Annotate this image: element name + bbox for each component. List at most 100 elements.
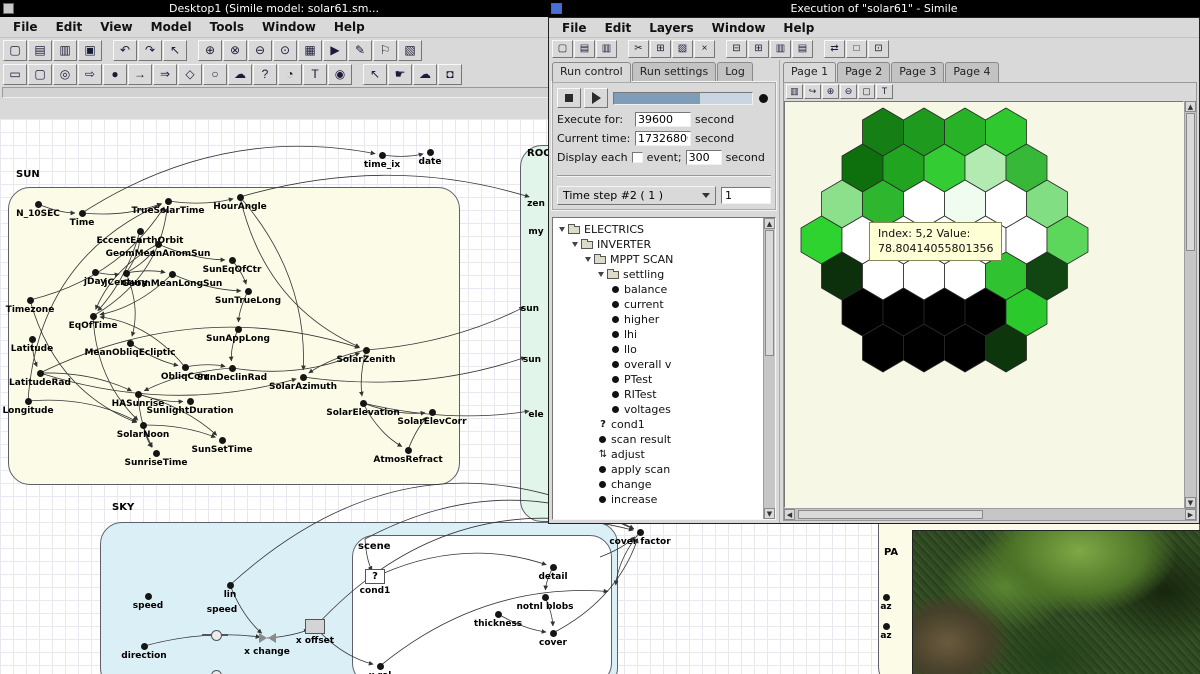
execute-for-input[interactable] bbox=[635, 112, 691, 127]
tree-item-balance[interactable]: balance bbox=[555, 282, 763, 297]
model-node-suneqofctr[interactable] bbox=[229, 257, 236, 264]
exec-cut-button[interactable]: ✂ bbox=[628, 40, 649, 58]
model-node-detail[interactable] bbox=[550, 564, 557, 571]
play-button[interactable] bbox=[584, 88, 608, 108]
role-arrow-tool-button[interactable]: ⇒ bbox=[153, 64, 177, 85]
page-zoom-out-button[interactable]: ⊖ bbox=[840, 84, 857, 99]
exec-paste-button[interactable]: ▧ bbox=[672, 40, 693, 58]
exec-frame-button[interactable]: □ bbox=[846, 40, 867, 58]
zoom-area-button[interactable]: ⊙ bbox=[273, 40, 297, 61]
scroll-up-icon[interactable]: ▲ bbox=[1185, 101, 1196, 112]
tree-item-lhi[interactable]: lhi bbox=[555, 327, 763, 342]
model-node-meanobliqecliptic[interactable] bbox=[127, 340, 134, 347]
rounded-rect-tool-button[interactable]: ▢ bbox=[28, 64, 52, 85]
tree-scrollbar[interactable]: ▲ ▼ bbox=[763, 218, 775, 519]
expander-icon[interactable] bbox=[559, 227, 565, 232]
model-node-sundeclinrad[interactable] bbox=[229, 365, 236, 372]
model-node-solarzenith[interactable] bbox=[363, 347, 370, 354]
exec-menu-edit[interactable]: Edit bbox=[596, 19, 641, 37]
model-node-az[interactable] bbox=[883, 623, 890, 630]
model-node-x-change[interactable] bbox=[259, 633, 276, 643]
main-menu-help[interactable]: Help bbox=[325, 18, 374, 36]
model-node-solarelevation[interactable] bbox=[360, 400, 367, 407]
variable-tool-button[interactable]: ● bbox=[103, 64, 127, 85]
flag-button[interactable]: ⚐ bbox=[373, 40, 397, 61]
page-horizontal-scrollbar[interactable]: ◀ ▶ bbox=[784, 508, 1196, 520]
page-select-button[interactable]: ▢ bbox=[858, 84, 875, 99]
model-node-sunlightduration[interactable] bbox=[187, 398, 194, 405]
tree-item-current[interactable]: current bbox=[555, 297, 763, 312]
compartment-tool-button[interactable]: ◎ bbox=[53, 64, 77, 85]
model-node-jcentury[interactable] bbox=[123, 270, 130, 277]
run-model-button[interactable]: ▶ bbox=[323, 40, 347, 61]
condition-tool-button[interactable]: ? bbox=[253, 64, 277, 85]
tree-item-increase[interactable]: increase bbox=[555, 492, 763, 507]
model-node-n-10sec[interactable] bbox=[35, 201, 42, 208]
page-save-button[interactable]: ▥ bbox=[786, 84, 803, 99]
page-export-button[interactable]: ↪ bbox=[804, 84, 821, 99]
exec-panes-button[interactable]: ⊟ bbox=[726, 40, 747, 58]
exec-copy-button[interactable]: ⊞ bbox=[650, 40, 671, 58]
camera-tool-button[interactable]: ◘ bbox=[438, 64, 462, 85]
tree-item-inverter[interactable]: INVERTER bbox=[555, 237, 763, 252]
model-node-date[interactable] bbox=[427, 149, 434, 156]
expander-icon[interactable] bbox=[598, 272, 604, 277]
scroll-right-icon[interactable]: ▶ bbox=[1185, 509, 1196, 520]
page-vscroll-thumb[interactable] bbox=[1186, 113, 1195, 251]
pointer-button[interactable]: ↖ bbox=[163, 40, 187, 61]
tree-item-electrics[interactable]: ELECTRICS bbox=[555, 222, 763, 237]
tree-item-scan-result[interactable]: scan result bbox=[555, 432, 763, 447]
model-node-direction[interactable] bbox=[141, 643, 148, 650]
expander-icon[interactable] bbox=[572, 242, 578, 247]
exec-delete-button[interactable]: × bbox=[694, 40, 715, 58]
edit-equations-button[interactable]: ✎ bbox=[348, 40, 372, 61]
image-button[interactable]: ▧ bbox=[398, 40, 422, 61]
cloud2-tool-button[interactable]: ☁ bbox=[413, 64, 437, 85]
model-node-sunrisetime[interactable] bbox=[153, 450, 160, 457]
scroll-left-icon[interactable]: ◀ bbox=[784, 509, 795, 520]
model-node-solarnoon[interactable] bbox=[140, 422, 147, 429]
new-button[interactable]: ▢ bbox=[3, 40, 27, 61]
run-tab-run-control[interactable]: Run control bbox=[552, 62, 631, 82]
tree-item-settling[interactable]: settling bbox=[555, 267, 763, 282]
page-zoom-in-button[interactable]: ⊕ bbox=[822, 84, 839, 99]
page-text-button[interactable]: T bbox=[876, 84, 893, 99]
model-node-cond1[interactable]: ? bbox=[365, 569, 385, 584]
tree-item-adjust[interactable]: ⇅adjust bbox=[555, 447, 763, 462]
main-menu-model[interactable]: Model bbox=[142, 18, 201, 36]
display-each-checkbox[interactable] bbox=[632, 152, 643, 163]
scroll-down-icon[interactable]: ▼ bbox=[1185, 497, 1196, 508]
text-tool-button[interactable]: T bbox=[303, 64, 327, 85]
influence-tool-button[interactable]: → bbox=[128, 64, 152, 85]
model-node-cover-factor[interactable] bbox=[637, 529, 644, 536]
model-node-jday[interactable] bbox=[92, 269, 99, 276]
zoom-in-button[interactable]: ⊕ bbox=[198, 40, 222, 61]
page-vertical-scrollbar[interactable]: ▲ ▼ bbox=[1184, 101, 1196, 508]
save-button[interactable]: ▥ bbox=[53, 40, 77, 61]
page-tab-page-4[interactable]: Page 4 bbox=[945, 62, 998, 82]
model-node-suntruelong[interactable] bbox=[245, 288, 252, 295]
tree-item-overall-v[interactable]: overall v bbox=[555, 357, 763, 372]
run-tab-run-settings[interactable]: Run settings bbox=[632, 62, 716, 82]
tree-item-llo[interactable]: llo bbox=[555, 342, 763, 357]
open-button[interactable]: ▤ bbox=[28, 40, 52, 61]
model-node-hourangle[interactable] bbox=[237, 194, 244, 201]
expander-icon[interactable] bbox=[585, 257, 591, 262]
main-menu-window[interactable]: Window bbox=[253, 18, 325, 36]
undo-button[interactable]: ↶ bbox=[113, 40, 137, 61]
model-node-sunapplong[interactable] bbox=[235, 326, 242, 333]
tree-item-ptest[interactable]: PTest bbox=[555, 372, 763, 387]
model-node-lin[interactable] bbox=[227, 582, 234, 589]
model-node-notnl-blobs[interactable] bbox=[542, 594, 549, 601]
exec-menu-file[interactable]: File bbox=[553, 19, 596, 37]
exec-menu-layers[interactable]: Layers bbox=[640, 19, 702, 37]
model-node-slider[interactable] bbox=[202, 629, 228, 641]
model-node-hasunrise[interactable] bbox=[135, 391, 142, 398]
pan-tool-button[interactable]: ☛ bbox=[388, 64, 412, 85]
alarm-tool-button[interactable]: ◉ bbox=[328, 64, 352, 85]
tree-item-mppt-scan[interactable]: MPPT SCAN bbox=[555, 252, 763, 267]
model-node-sunsettime[interactable] bbox=[219, 437, 226, 444]
main-menu-tools[interactable]: Tools bbox=[201, 18, 253, 36]
tree-scrollbar-thumb[interactable] bbox=[765, 230, 774, 356]
rectangle-tool-button[interactable]: ▭ bbox=[3, 64, 27, 85]
